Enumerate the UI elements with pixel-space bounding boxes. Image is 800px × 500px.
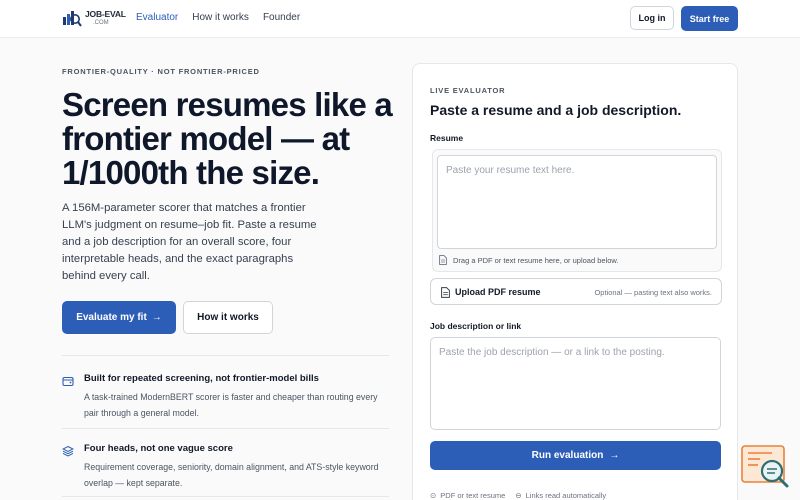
resume-dropzone[interactable]: Drag a PDF or text resume here, or uploa… [432, 149, 722, 272]
evaluate-my-fit-label: Evaluate my fit [76, 312, 147, 323]
how-it-works-button[interactable]: How it works [183, 301, 273, 334]
nav-link-how-it-works[interactable]: How it works [192, 12, 249, 23]
arrow-right-icon: → [609, 450, 620, 461]
run-evaluation-label: Run evaluation [531, 450, 604, 461]
check-circle-icon: ⊙ [430, 491, 437, 500]
drop-hint: Drag a PDF or text resume here, or uploa… [439, 255, 619, 265]
feature-title: Four heads, not one vague score [84, 443, 233, 454]
job-description-textarea[interactable] [430, 337, 721, 430]
nav-links: Evaluator How it works Founder [136, 12, 300, 23]
nav-link-founder[interactable]: Founder [263, 12, 300, 23]
wallet-icon [62, 376, 74, 387]
meta-text: PDF or text resume [440, 491, 506, 500]
resume-textarea[interactable] [437, 155, 717, 249]
logo-mark-icon [63, 11, 82, 27]
top-navbar: JOB-EVAL .COM Evaluator How it works Fou… [0, 0, 800, 38]
hero-eyebrow: FRONTIER-QUALITY · NOT FRONTIER-PRICED [62, 67, 260, 76]
link-icon: ⊖ [515, 491, 522, 500]
feature-body: A task-trained ModernBERT scorer is fast… [84, 392, 378, 418]
login-button[interactable]: Log in [630, 6, 674, 30]
feature-title: Built for repeated screening, not fronti… [84, 373, 319, 384]
hero-lede: A 156M-parameter scorer that matches a f… [62, 202, 317, 282]
logo-sub: .COM [93, 19, 109, 26]
start-free-button[interactable]: Start free [681, 6, 738, 31]
help-widget-icon[interactable] [740, 444, 792, 490]
run-evaluation-button[interactable]: Run evaluation → [430, 441, 721, 470]
upload-pdf-button[interactable]: Upload PDF resume Optional — pasting tex… [430, 278, 722, 305]
meta-item: ⊙ PDF or text resume [430, 491, 505, 500]
layers-icon [62, 445, 74, 457]
upload-label: Upload PDF resume [455, 287, 541, 297]
logo-name: JOB-EVAL [85, 9, 126, 20]
feature-body: Requirement coverage, seniority, domain … [84, 462, 379, 488]
evaluator-title: Paste a resume and a job description. [430, 102, 682, 118]
hero-headline: Screen resumes like a frontier model — a… [62, 86, 393, 191]
evaluator-eyebrow: LIVE EVALUATOR [430, 86, 506, 95]
logo[interactable]: JOB-EVAL .COM [62, 8, 126, 28]
divider [62, 428, 389, 429]
drop-hint-text: Drag a PDF or text resume here, or uploa… [453, 255, 619, 265]
document-icon [441, 287, 450, 298]
upload-note: Optional — pasting text also works. [594, 288, 712, 297]
resume-label: Resume [430, 133, 464, 143]
arrow-right-icon: → [151, 312, 162, 323]
file-icon [439, 255, 447, 265]
nav-link-evaluator[interactable]: Evaluator [136, 12, 178, 23]
job-description-label: Job description or link [430, 321, 522, 331]
evaluator-meta: ⊙ PDF or text resume ⊖ Links read automa… [430, 491, 606, 500]
meta-item: ⊖ Links read automatically [515, 491, 606, 500]
live-evaluator-card: LIVE EVALUATOR Paste a resume and a job … [412, 63, 738, 500]
evaluate-my-fit-button[interactable]: Evaluate my fit → [62, 301, 176, 334]
divider [62, 355, 389, 356]
divider [62, 496, 389, 497]
meta-text: Links read automatically [525, 491, 607, 500]
